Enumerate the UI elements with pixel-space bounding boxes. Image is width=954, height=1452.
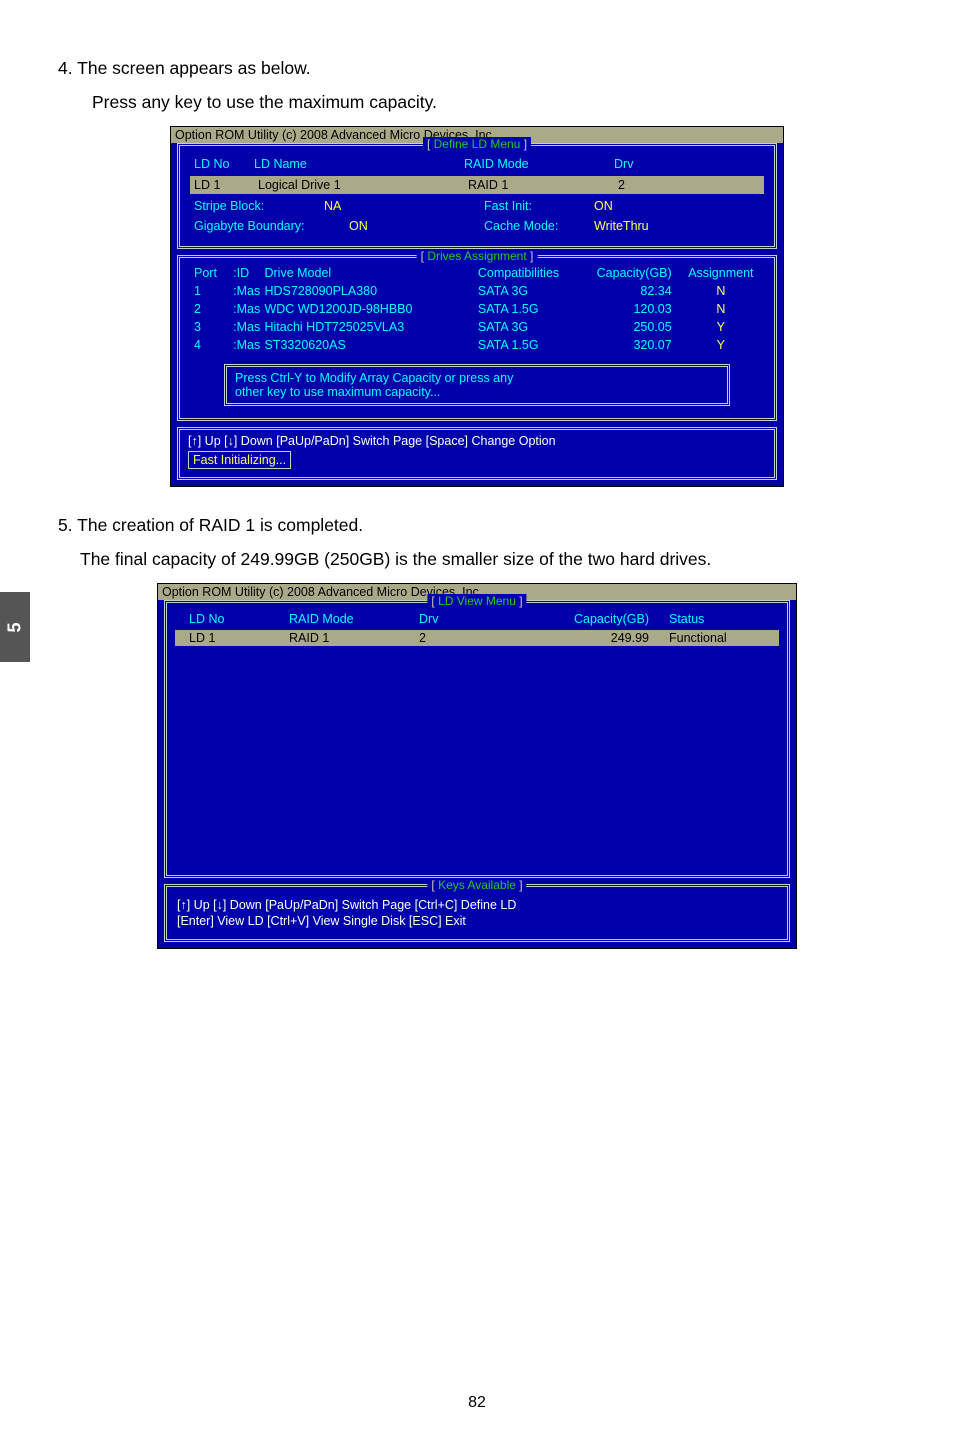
stripe-row: Stripe Block: NA Fast Init: ON xyxy=(194,196,760,216)
drives-label: Drives Assignment xyxy=(417,249,538,263)
hint-line-2: [Enter] View LD [Ctrl+V] View Single Dis… xyxy=(177,913,777,929)
keys-available-label: Keys Available xyxy=(427,878,526,892)
define-ld-label: Define LD Menu xyxy=(423,137,531,151)
chapter-tab: 5 xyxy=(0,592,30,662)
ld-headers: LD No LD Name RAID Mode Drv xyxy=(194,154,760,174)
drive-row: 3:MasHitachi HDT725025VLA3SATA 3G250.05Y xyxy=(194,318,760,336)
footer-hints: [↑] Up [↓] Down [PaUp/PaDn] Switch Page … xyxy=(188,434,766,448)
bios-footer: [↑] Up [↓] Down [PaUp/PaDn] Switch Page … xyxy=(177,427,777,480)
drive-row: 1:MasHDS728090PLA380SATA 3G82.34N xyxy=(194,282,760,300)
gigabyte-row: Gigabyte Boundary: ON Cache Mode: WriteT… xyxy=(194,216,760,236)
ld-view-frame: LD View Menu LD No RAID Mode Drv Capacit… xyxy=(164,600,790,878)
bios-screen-ld-view: Option ROM Utility (c) 2008 Advanced Mic… xyxy=(157,583,797,949)
ld-selected-row[interactable]: LD 1 Logical Drive 1 RAID 1 2 xyxy=(190,176,764,194)
bios-screen-define-ld: Option ROM Utility (c) 2008 Advanced Mic… xyxy=(170,126,784,487)
drive-row: 4:MasST3320620ASSATA 1.5G320.07Y xyxy=(194,336,760,354)
keys-available-frame: Keys Available [↑] Up [↓] Down [PaUp/PaD… xyxy=(164,884,790,942)
page-number: 82 xyxy=(0,1394,954,1412)
ldview-headers: LD No RAID Mode Drv Capacity(GB) Status xyxy=(175,609,779,629)
fast-initializing: Fast Initializing... xyxy=(188,451,291,469)
ldview-selected-row[interactable]: LD 1 RAID 1 2 249.99 Functional xyxy=(175,630,779,646)
step5-line2: The final capacity of 249.99GB (250GB) i… xyxy=(58,545,896,573)
drives-frame: Drives Assignment Port :ID Drive Model C… xyxy=(177,255,777,421)
ld-view-label: LD View Menu xyxy=(427,594,526,608)
hint-line-1: [↑] Up [↓] Down [PaUp/PaDn] Switch Page … xyxy=(177,897,777,913)
define-ld-frame: Define LD Menu LD No LD Name RAID Mode D… xyxy=(177,143,777,249)
capacity-prompt: Press Ctrl-Y to Modify Array Capacity or… xyxy=(224,364,730,406)
step4-line2: Press any key to use the maximum capacit… xyxy=(58,88,896,116)
drive-row: 2:MasWDC WD1200JD-98HBB0SATA 1.5G120.03N xyxy=(194,300,760,318)
step5-line1: 5. The creation of RAID 1 is completed. xyxy=(58,511,896,539)
drive-headers: Port :ID Drive Model Compatibilities Cap… xyxy=(194,264,760,282)
step4-line1: 4. The screen appears as below. xyxy=(58,54,896,82)
